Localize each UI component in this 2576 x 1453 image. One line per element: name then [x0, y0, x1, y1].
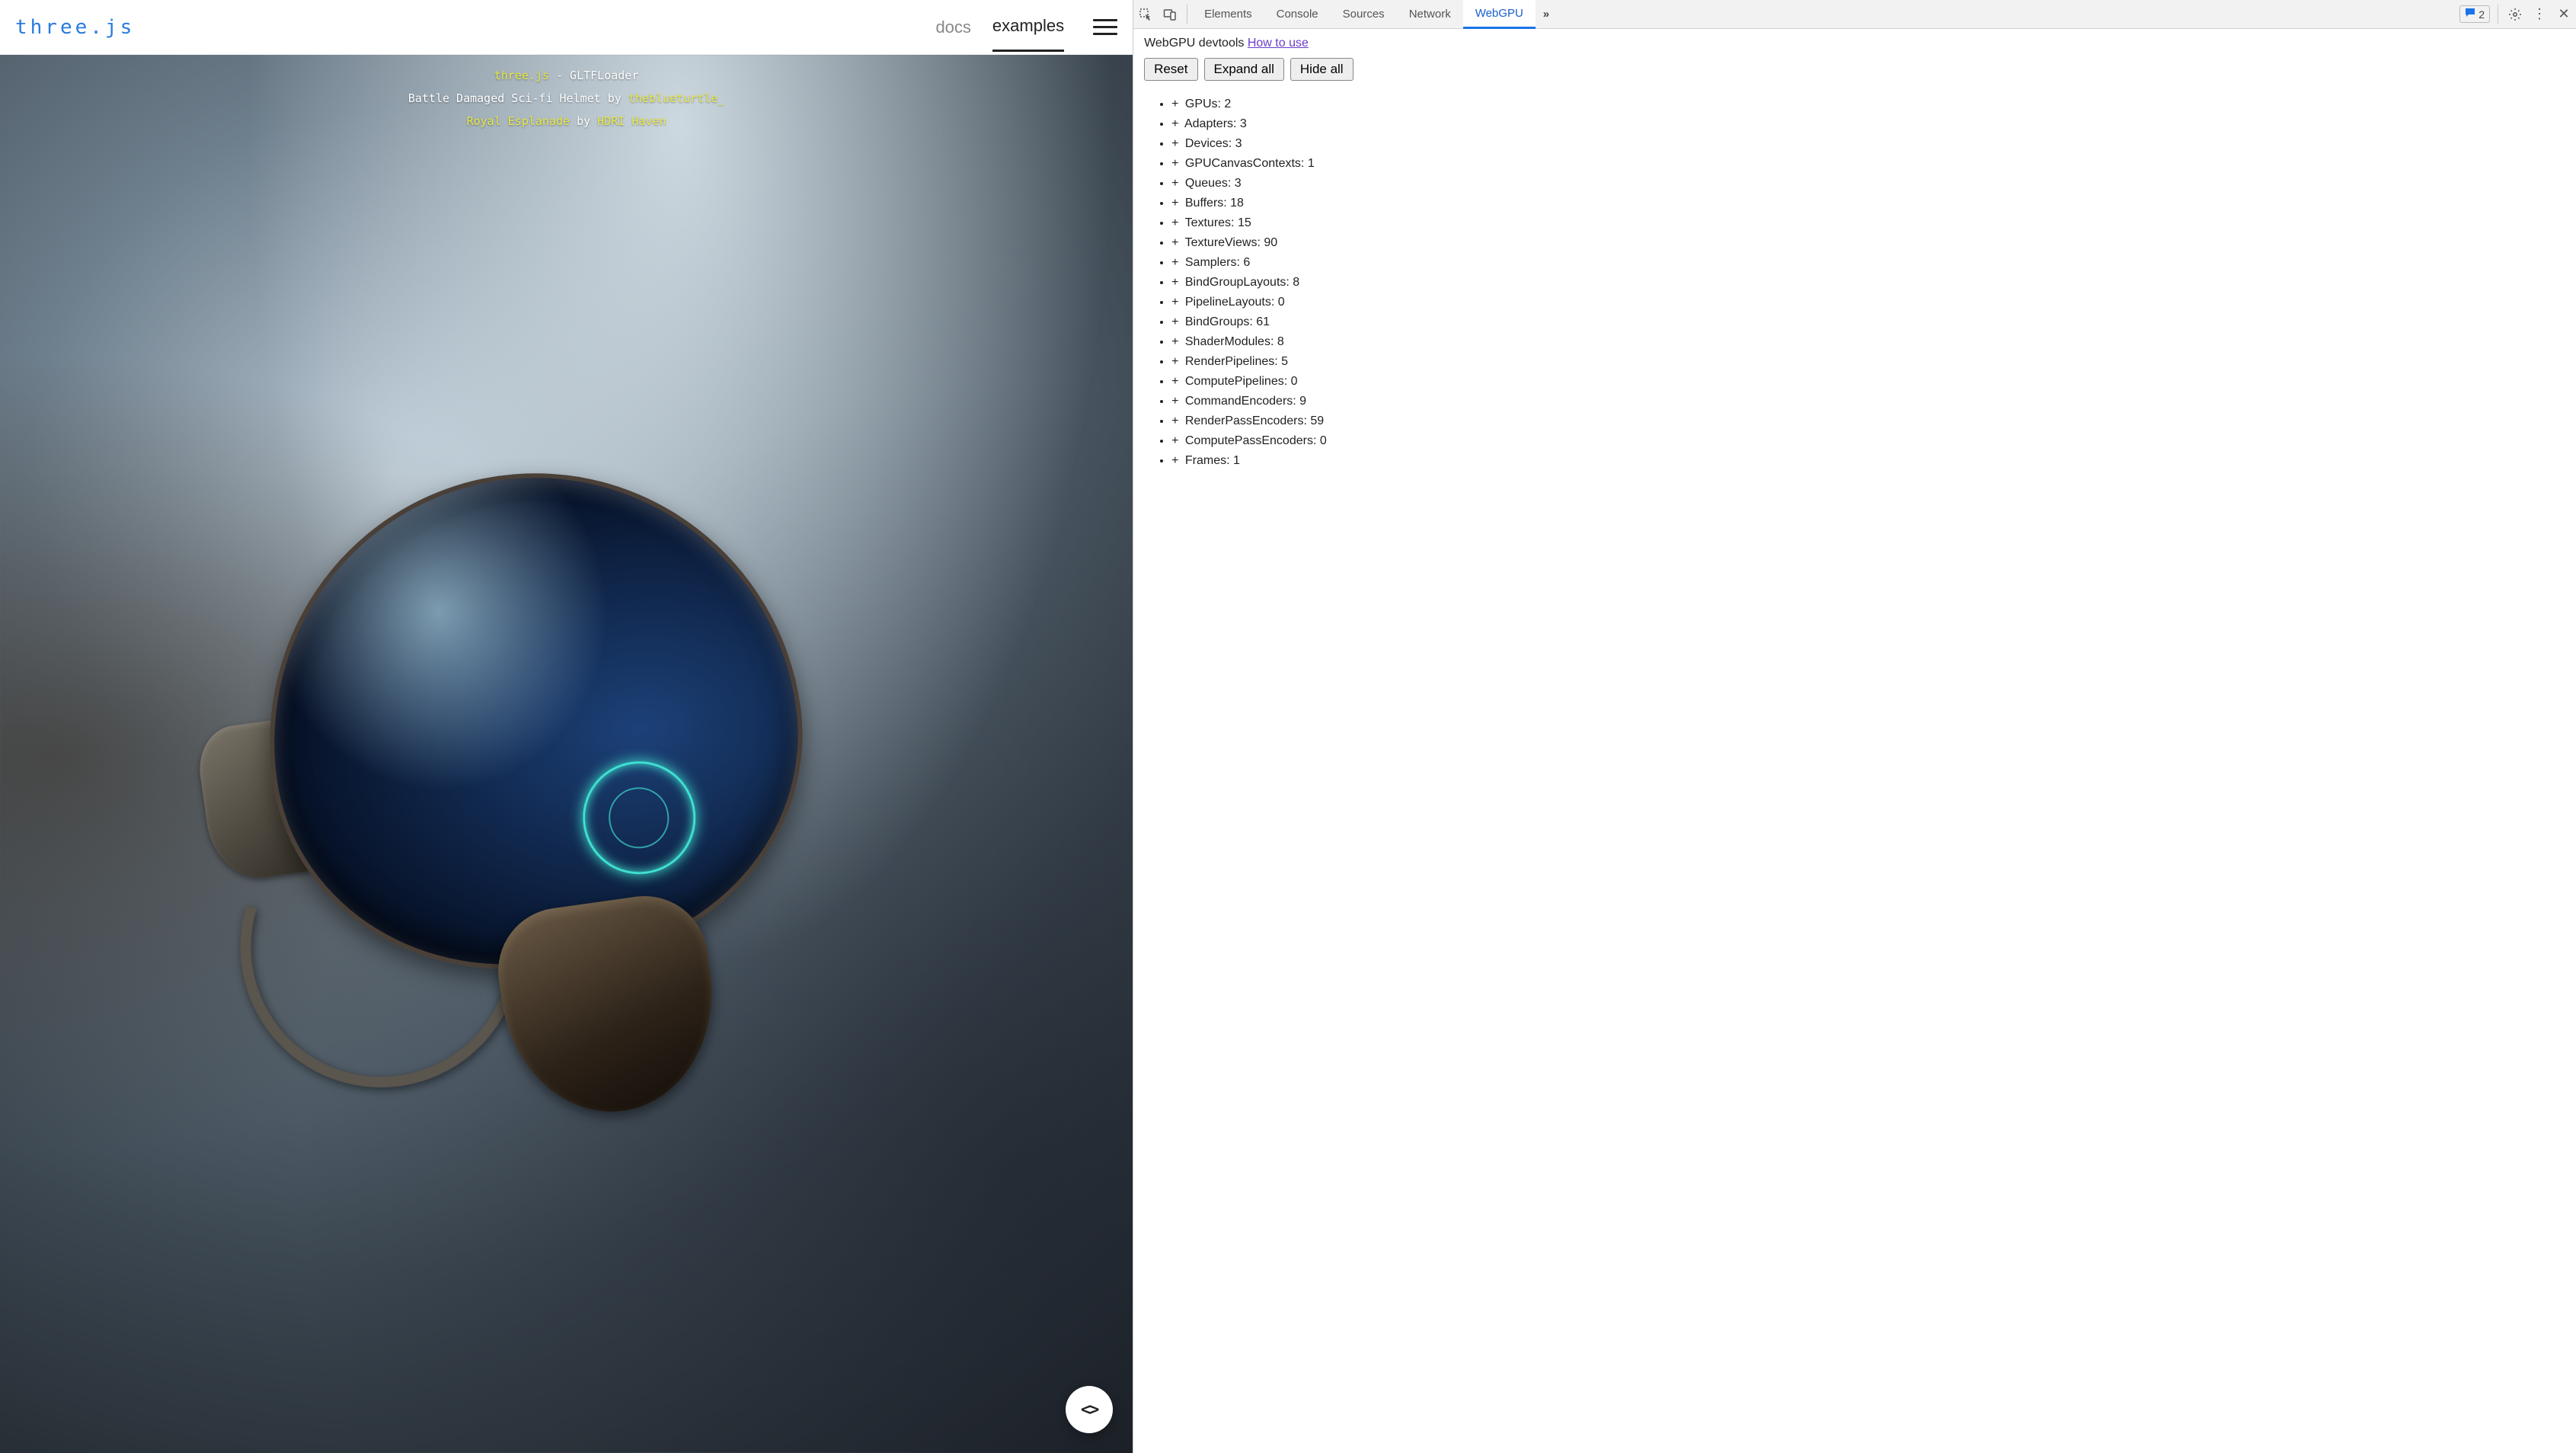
tree-item-label: Queues: 3: [1181, 177, 1241, 190]
expand-icon[interactable]: +: [1171, 98, 1178, 110]
tree-item[interactable]: + Queues: 3: [1171, 174, 2565, 194]
tab-console[interactable]: Console: [1264, 0, 1331, 28]
tree-item[interactable]: + ComputePassEncoders: 0: [1171, 431, 2565, 451]
logo[interactable]: three.js: [15, 16, 135, 39]
tree-item-label: CommandEncoders: 9: [1181, 395, 1306, 408]
panel-intro: WebGPU devtools How to use: [1144, 37, 2565, 50]
expand-icon[interactable]: +: [1171, 276, 1178, 289]
expand-icon[interactable]: +: [1171, 256, 1178, 269]
expand-icon[interactable]: +: [1171, 236, 1178, 249]
issues-badge[interactable]: 2: [2459, 5, 2490, 23]
tree-item[interactable]: + RenderPipelines: 5: [1171, 352, 2565, 372]
tree-item-label: RenderPassEncoders: 59: [1181, 414, 1324, 427]
expand-icon[interactable]: +: [1171, 395, 1178, 408]
helmet-model: [147, 399, 940, 1192]
page-header: three.js docs examples: [0, 0, 1133, 55]
tree-item[interactable]: + Textures: 15: [1171, 213, 2565, 233]
view-source-button[interactable]: <>: [1066, 1386, 1113, 1433]
webgl-viewport[interactable]: three.js - GLTFLoader Battle Damaged Sci…: [0, 55, 1133, 1453]
expand-icon[interactable]: +: [1171, 117, 1178, 130]
tree-item-label: Samplers: 6: [1181, 256, 1250, 269]
expand-icon[interactable]: +: [1171, 177, 1178, 190]
panel-toolbar: Reset Expand all Hide all: [1144, 58, 2565, 81]
nav-docs[interactable]: docs: [935, 18, 970, 37]
tree-item-label: Adapters: 3: [1181, 117, 1246, 130]
tab-webgpu[interactable]: WebGPU: [1463, 0, 1536, 29]
tree-item-label: Devices: 3: [1181, 137, 1242, 150]
tree-item[interactable]: + CommandEncoders: 9: [1171, 392, 2565, 411]
expand-icon[interactable]: +: [1171, 414, 1178, 427]
tree-item-label: BindGroups: 61: [1181, 315, 1270, 328]
expand-icon[interactable]: +: [1171, 355, 1178, 368]
issues-count: 2: [2479, 8, 2485, 21]
tab-sources[interactable]: Sources: [1331, 0, 1397, 28]
tree-item-label: TextureViews: 90: [1181, 236, 1277, 249]
expand-icon[interactable]: +: [1171, 315, 1178, 328]
tree-item-label: Frames: 1: [1181, 454, 1239, 467]
hamburger-icon[interactable]: [1093, 15, 1117, 40]
expand-icon[interactable]: +: [1171, 434, 1178, 447]
tree-item[interactable]: + BindGroupLayouts: 8: [1171, 273, 2565, 293]
tree-item[interactable]: + Samplers: 6: [1171, 253, 2565, 273]
tree-item-label: PipelineLayouts: 0: [1181, 296, 1284, 309]
tree-item-label: GPUs: 2: [1181, 98, 1231, 110]
tabs-overflow-icon[interactable]: »: [1536, 0, 1557, 28]
how-to-use-link[interactable]: How to use: [1248, 37, 1309, 50]
tab-elements[interactable]: Elements: [1192, 0, 1264, 28]
expand-icon[interactable]: +: [1171, 197, 1178, 210]
close-icon[interactable]: ✕: [2552, 0, 2576, 28]
tree-item[interactable]: + Devices: 3: [1171, 134, 2565, 154]
tree-item-label: ShaderModules: 8: [1181, 335, 1283, 348]
tree-item-label: RenderPipelines: 5: [1181, 355, 1288, 368]
code-icon: <>: [1081, 1400, 1098, 1419]
tree-item[interactable]: + Adapters: 3: [1171, 114, 2565, 134]
expand-icon[interactable]: +: [1171, 157, 1178, 170]
tree-item-label: ComputePipelines: 0: [1181, 375, 1297, 388]
expand-icon[interactable]: +: [1171, 296, 1178, 309]
expand-icon[interactable]: +: [1171, 375, 1178, 388]
chat-icon: [2465, 8, 2475, 21]
tree-item[interactable]: + PipelineLayouts: 0: [1171, 293, 2565, 312]
tree-item-label: Buffers: 18: [1181, 197, 1244, 210]
tree-item[interactable]: + Frames: 1: [1171, 451, 2565, 471]
hide-all-button[interactable]: Hide all: [1290, 58, 1354, 81]
tree-item-label: BindGroupLayouts: 8: [1181, 276, 1299, 289]
tab-network[interactable]: Network: [1397, 0, 1463, 28]
threejs-page: three.js docs examples three.js - GLTFLo…: [0, 0, 1133, 1453]
expand-icon[interactable]: +: [1171, 216, 1178, 229]
tree-item[interactable]: + GPUs: 2: [1171, 94, 2565, 114]
tree-item[interactable]: + BindGroups: 61: [1171, 312, 2565, 332]
more-icon[interactable]: ⋮: [2527, 0, 2552, 28]
nav-examples[interactable]: examples: [992, 16, 1064, 52]
reset-button[interactable]: Reset: [1144, 58, 1197, 81]
expand-icon[interactable]: +: [1171, 335, 1178, 348]
webgpu-panel-body: WebGPU devtools How to use Reset Expand …: [1133, 29, 2576, 1453]
device-toggle-icon[interactable]: [1158, 0, 1182, 28]
expand-all-button[interactable]: Expand all: [1204, 58, 1284, 81]
tree-item[interactable]: + ShaderModules: 8: [1171, 332, 2565, 352]
tree-item[interactable]: + TextureViews: 90: [1171, 233, 2565, 253]
tree-item-label: ComputePassEncoders: 0: [1181, 434, 1326, 447]
settings-icon[interactable]: [2503, 0, 2527, 28]
expand-icon[interactable]: +: [1171, 454, 1178, 467]
tree-item[interactable]: + RenderPassEncoders: 59: [1171, 411, 2565, 431]
expand-icon[interactable]: +: [1171, 137, 1178, 150]
tree-item[interactable]: + Buffers: 18: [1171, 194, 2565, 213]
devtools-tabbar: Elements Console Sources Network WebGPU …: [1133, 0, 2576, 29]
stats-tree: + GPUs: 2+ Adapters: 3+ Devices: 3+ GPUC…: [1144, 94, 2565, 471]
inspect-icon[interactable]: [1133, 0, 1158, 28]
tree-item-label: Textures: 15: [1181, 216, 1251, 229]
tree-item[interactable]: + GPUCanvasContexts: 1: [1171, 154, 2565, 174]
devtools-panel: Elements Console Sources Network WebGPU …: [1133, 0, 2576, 1453]
tree-item-label: GPUCanvasContexts: 1: [1181, 157, 1314, 170]
tree-item[interactable]: + ComputePipelines: 0: [1171, 372, 2565, 392]
